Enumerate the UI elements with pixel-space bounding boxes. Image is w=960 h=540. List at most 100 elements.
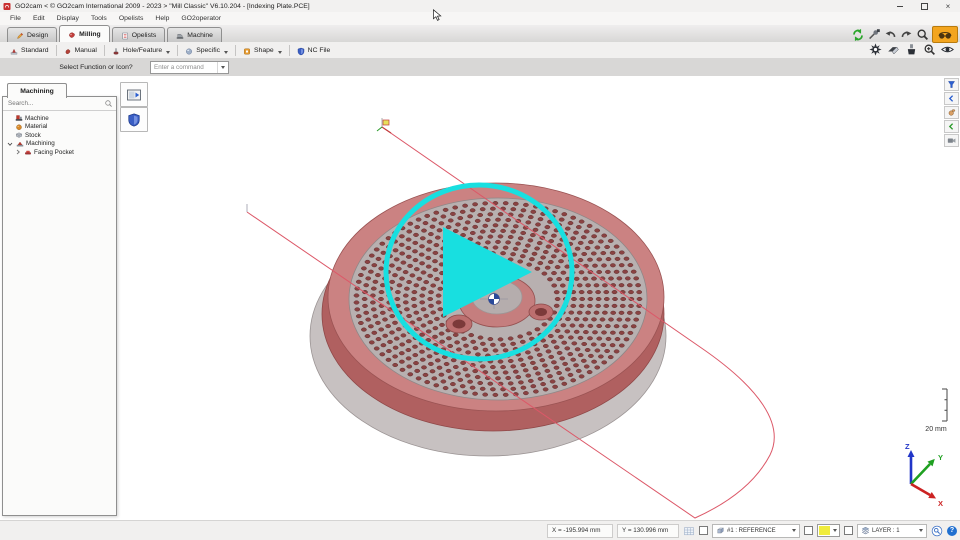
layer-checkbox[interactable] bbox=[844, 526, 853, 535]
expander-open-icon[interactable] bbox=[6, 140, 14, 148]
probe-tool-icon[interactable] bbox=[868, 28, 881, 41]
tree-label: Material bbox=[25, 123, 47, 130]
axis-triad: ZYX bbox=[905, 442, 943, 508]
visibility-icon[interactable] bbox=[941, 43, 954, 56]
filter-button[interactable] bbox=[944, 78, 959, 91]
facing-pocket-icon bbox=[24, 148, 32, 156]
tree-item-material[interactable]: Material bbox=[3, 123, 116, 132]
restore-icon bbox=[921, 3, 928, 10]
color-picker[interactable] bbox=[817, 524, 840, 537]
standard-button[interactable]: Standard bbox=[4, 43, 55, 57]
hole-feature-button[interactable]: Hole/Feature bbox=[106, 43, 176, 57]
y-coordinate-readout: Y = 130.996 mm bbox=[617, 524, 679, 538]
display-tools-row bbox=[869, 43, 954, 56]
menu-tools[interactable]: Tools bbox=[86, 14, 112, 23]
command-combobox[interactable]: Enter a command bbox=[150, 61, 229, 74]
hand-icon bbox=[947, 108, 956, 117]
tab-opelists[interactable]: Opelists bbox=[112, 27, 166, 42]
hole-feature-icon bbox=[112, 46, 120, 54]
ribbon-tab-strip: Design Milling Opelists Machine bbox=[0, 25, 960, 42]
search-icon[interactable] bbox=[104, 99, 113, 108]
stock-node-icon bbox=[15, 131, 23, 139]
collapse-green-button[interactable] bbox=[944, 120, 959, 133]
close-button[interactable]: × bbox=[936, 1, 960, 12]
mouse-cursor bbox=[431, 9, 444, 22]
tree-item-machine[interactable]: Machine bbox=[3, 114, 116, 123]
menu-display[interactable]: Display bbox=[52, 14, 84, 23]
dropdown-caret-icon bbox=[833, 529, 837, 532]
dropdown-caret-icon bbox=[166, 51, 170, 54]
layers-icon bbox=[861, 526, 870, 535]
specific-icon bbox=[185, 46, 193, 54]
erase-icon[interactable] bbox=[887, 43, 900, 56]
tree-item-facing-pocket[interactable]: Facing Pocket bbox=[3, 148, 116, 157]
minimize-button[interactable] bbox=[888, 1, 912, 12]
layer-dropdown[interactable]: LAYER : 1 bbox=[857, 524, 927, 538]
menu-help[interactable]: Help bbox=[150, 14, 174, 23]
tree-item-stock[interactable]: Stock bbox=[3, 131, 116, 140]
zoom-plus-icon[interactable] bbox=[923, 43, 936, 56]
shape-button[interactable]: Shape bbox=[237, 43, 288, 57]
help-button[interactable]: ? bbox=[947, 526, 957, 536]
view-tools-row bbox=[851, 26, 958, 43]
tab-design-label: Design bbox=[27, 32, 48, 39]
3d-viewport-canvas[interactable]: 20 mmZYX bbox=[116, 76, 960, 520]
manual-button[interactable]: Manual bbox=[58, 43, 103, 57]
dropdown-caret-icon bbox=[224, 51, 228, 54]
edge-tool-strip bbox=[944, 78, 959, 147]
nc-file-button[interactable]: NC File bbox=[291, 43, 337, 57]
machining-origin-flag bbox=[377, 118, 391, 133]
paint-icon[interactable] bbox=[905, 43, 918, 56]
tab-design[interactable]: Design bbox=[7, 27, 57, 42]
regenerate-icon[interactable] bbox=[851, 28, 865, 42]
reference-dropdown[interactable]: #1 : REFERENCE bbox=[712, 524, 800, 538]
search-row bbox=[3, 97, 116, 111]
filter-icon bbox=[947, 80, 956, 89]
indexing-plate-model bbox=[310, 183, 666, 456]
specific-button[interactable]: Specific bbox=[179, 43, 234, 57]
menu-bar: File Edit Display Tools Opelists Help GO… bbox=[0, 12, 960, 25]
simulation-button[interactable] bbox=[120, 82, 148, 107]
collapse-blue-button[interactable] bbox=[944, 92, 959, 105]
render-mode-icon[interactable] bbox=[869, 43, 882, 56]
machining-node-icon bbox=[16, 140, 24, 148]
tree-label: Facing Pocket bbox=[34, 149, 74, 156]
go2view-button[interactable] bbox=[932, 26, 958, 43]
specific-label: Specific bbox=[196, 47, 220, 54]
expander-closed-icon[interactable] bbox=[14, 148, 22, 156]
tree-item-machining[interactable]: Machining bbox=[3, 140, 116, 149]
app-icon bbox=[3, 2, 11, 10]
camera-button[interactable] bbox=[944, 134, 959, 147]
restore-button[interactable] bbox=[912, 1, 936, 12]
menu-opelists[interactable]: Opelists bbox=[114, 14, 149, 23]
menu-edit[interactable]: Edit bbox=[28, 14, 50, 23]
x-coordinate-readout: X = -195.994 mm bbox=[547, 524, 613, 538]
combobox-arrow[interactable] bbox=[217, 62, 228, 73]
tab-milling[interactable]: Milling bbox=[59, 25, 110, 42]
nc-shield-button[interactable] bbox=[120, 107, 148, 132]
undo-icon[interactable] bbox=[884, 28, 897, 41]
machine-node-icon bbox=[15, 114, 23, 122]
menu-go2operator[interactable]: GO2operator bbox=[176, 14, 226, 23]
reference-value: #1 : REFERENCE bbox=[727, 528, 776, 534]
command-bar: Select Function or Icon? Enter a command bbox=[0, 58, 960, 77]
camera-icon bbox=[947, 136, 956, 145]
reference-checkbox[interactable] bbox=[699, 526, 708, 535]
search-input[interactable] bbox=[6, 99, 104, 108]
tab-machine[interactable]: Machine bbox=[167, 27, 222, 42]
redo-icon[interactable] bbox=[900, 28, 913, 41]
dropdown-caret-icon bbox=[792, 529, 796, 532]
menu-file[interactable]: File bbox=[5, 14, 26, 23]
grid-toggle-icon[interactable] bbox=[683, 525, 695, 537]
color-checkbox[interactable] bbox=[804, 526, 813, 535]
hand-tool-button[interactable] bbox=[944, 106, 959, 119]
zoom-icon[interactable] bbox=[916, 28, 929, 41]
current-color-swatch bbox=[819, 526, 830, 535]
dropdown-caret-icon bbox=[919, 529, 923, 532]
tab-milling-label: Milling bbox=[79, 31, 101, 38]
zoom-selection-icon[interactable] bbox=[931, 525, 943, 537]
machining-panel-tab[interactable]: Machining bbox=[7, 83, 67, 98]
command-prompt-label: Select Function or Icon? bbox=[46, 64, 146, 71]
scale-indicator bbox=[942, 389, 947, 421]
minimize-icon bbox=[897, 6, 903, 7]
